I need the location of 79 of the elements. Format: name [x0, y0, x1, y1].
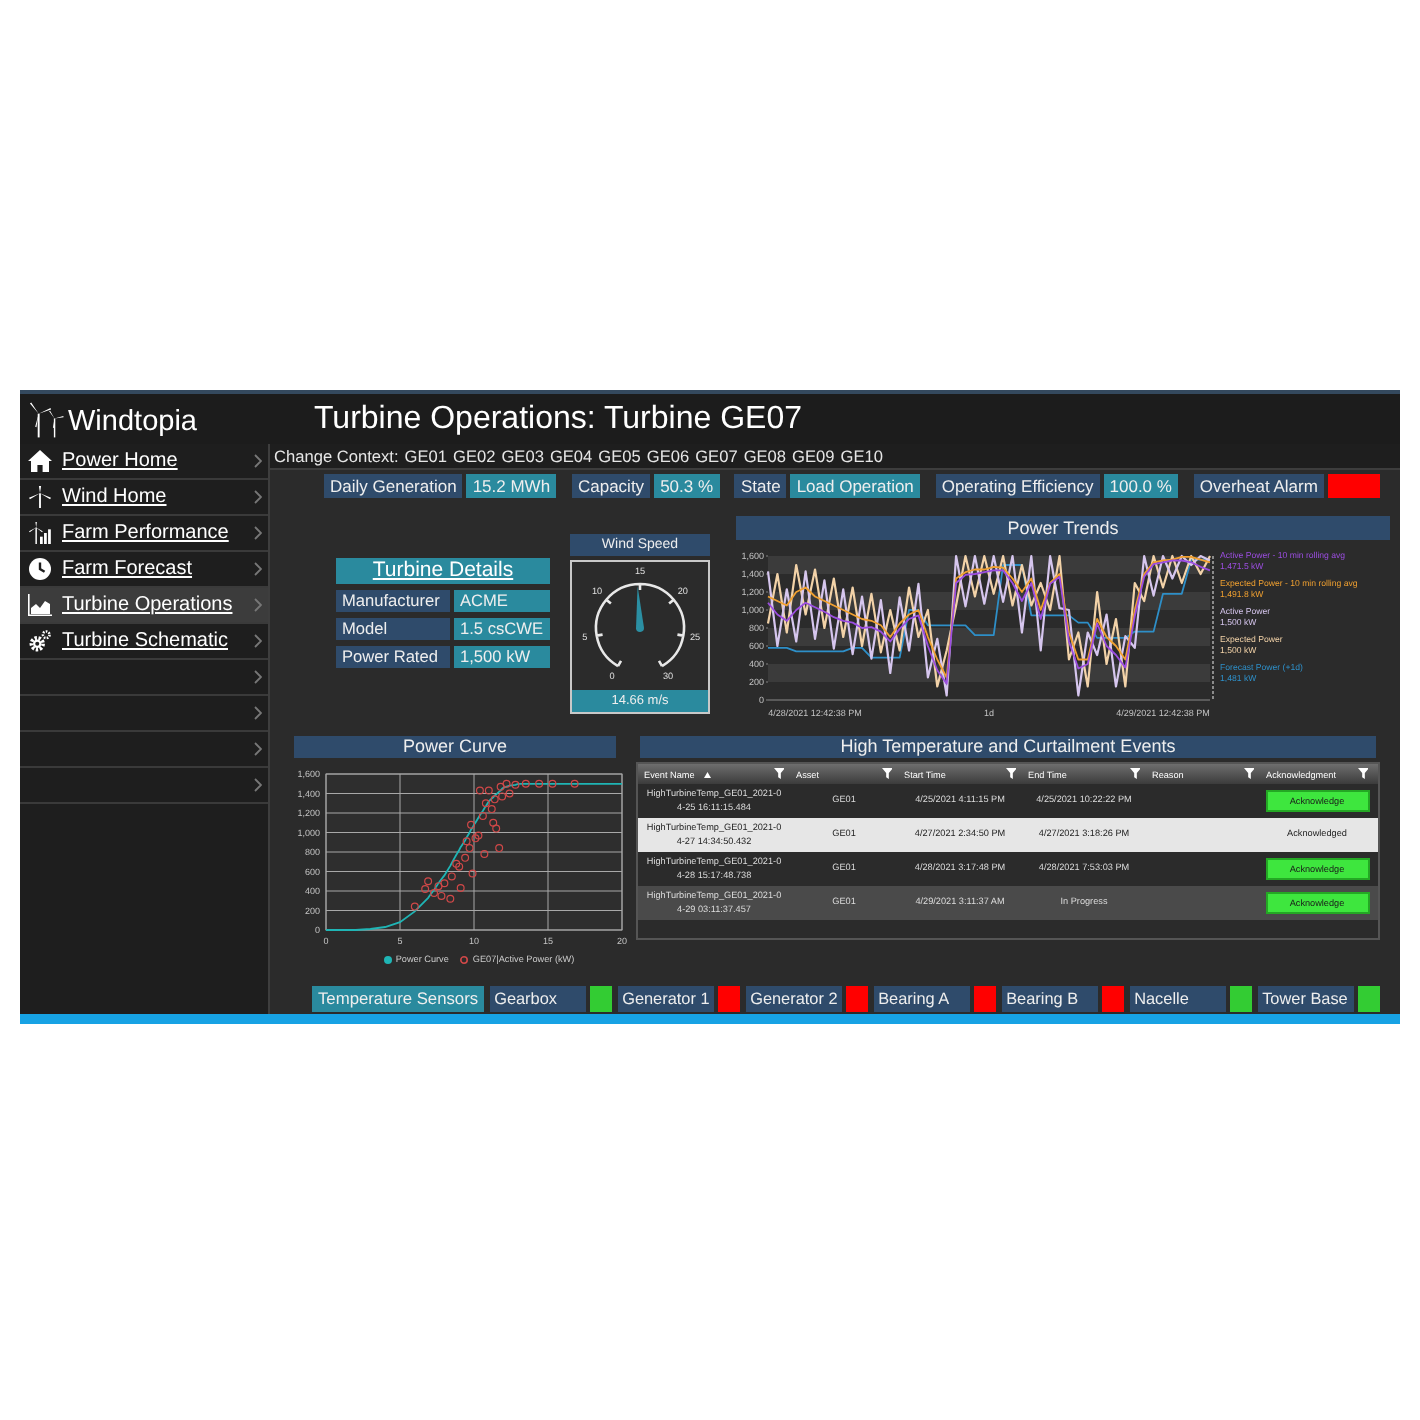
kpi-label: Overheat Alarm	[1193, 474, 1324, 498]
chevron-icon	[254, 562, 262, 576]
context-link[interactable]: GE10	[840, 446, 883, 466]
context-link[interactable]: GE01	[404, 446, 447, 466]
data-point	[570, 779, 579, 788]
filter-icon[interactable]	[1243, 768, 1254, 780]
chevron-icon	[254, 742, 262, 756]
nav-item[interactable]: Wind Home	[20, 480, 268, 516]
context-link[interactable]: GE05	[598, 446, 641, 466]
detail-label: Power Rated	[336, 646, 450, 668]
kpi-value: 100.0 %	[1103, 474, 1178, 498]
app-name: Windtopia	[68, 405, 197, 437]
chevron-icon	[254, 670, 262, 684]
chevron-icon	[254, 598, 262, 612]
sort-ascending-icon[interactable]	[704, 771, 712, 777]
detail-value: 1.5 csCWE	[454, 618, 550, 640]
data-point	[480, 849, 489, 858]
chevron-icon	[254, 706, 262, 720]
data-point	[535, 779, 544, 788]
nav-item[interactable]: Turbine Operations	[20, 588, 268, 624]
page-title: Turbine Operations: Turbine GE07	[314, 401, 802, 437]
sensors-title: Temperature Sensors	[312, 986, 485, 1012]
chevron-icon	[254, 634, 262, 648]
panel-title: Power Curve	[294, 736, 616, 758]
chevron-icon	[254, 454, 262, 468]
context-link[interactable]: GE03	[501, 446, 544, 466]
data-point	[468, 869, 477, 878]
sensor-label: Bearing B	[1002, 986, 1099, 1012]
chevron-icon	[254, 526, 262, 540]
panel-title: Power Trends	[736, 516, 1390, 540]
gauge-dial	[594, 582, 686, 668]
kpi-label: Daily Generation	[324, 474, 463, 498]
home-icon	[28, 450, 52, 472]
legend-marker-icon	[383, 955, 392, 963]
filter-icon[interactable]	[773, 768, 784, 780]
context-link[interactable]: GE06	[646, 446, 690, 466]
context-link[interactable]: GE02	[453, 446, 496, 466]
detail-label: Manufacturer	[336, 590, 450, 612]
context-label: Change Context:	[274, 446, 399, 466]
detail-label: Model	[336, 618, 450, 640]
details-title: Turbine Details	[336, 558, 550, 584]
kpi-label: State	[734, 474, 787, 498]
wind-turbine-logo-icon	[26, 401, 64, 437]
chevron-icon	[254, 778, 262, 792]
area-chart-icon	[28, 594, 52, 616]
data-point	[495, 844, 504, 853]
sensor-label: Generator 1	[618, 986, 715, 1012]
sensor-label: Bearing A	[874, 986, 971, 1012]
context-link[interactable]: GE08	[743, 446, 787, 466]
context-link[interactable]: GE04	[549, 446, 593, 466]
sensor-label: Generator 2	[746, 986, 843, 1012]
wind-turbine-icon	[28, 486, 52, 508]
nav-item[interactable]: Power Home	[20, 444, 268, 480]
kpi-value: 15.2 MWh	[466, 474, 557, 498]
clock-icon	[28, 558, 52, 580]
gears-icon	[28, 630, 52, 652]
filter-icon[interactable]	[1357, 768, 1368, 780]
kpi-value: 50.3 %	[654, 474, 720, 498]
kpi-label: Operating Efficiency	[935, 474, 1100, 498]
nav-item[interactable]: Turbine Schematic	[20, 624, 268, 660]
detail-value: 1,500 kW	[454, 646, 550, 668]
panel-title: High Temperature and Curtailment Events	[640, 736, 1376, 758]
data-point	[410, 902, 419, 911]
kpi-value: Load Operation	[790, 474, 920, 498]
filter-icon[interactable]	[881, 768, 892, 780]
sensor-label: Gearbox	[490, 986, 587, 1012]
sensor-label: Tower Base	[1258, 986, 1355, 1012]
nav-item[interactable]: Farm Performance	[20, 516, 268, 552]
turbine-chart-icon	[28, 522, 52, 544]
filter-icon[interactable]	[1129, 768, 1140, 780]
detail-value: ACME	[454, 590, 550, 612]
chevron-icon	[254, 490, 262, 504]
legend-marker-icon	[460, 955, 469, 963]
filter-icon[interactable]	[1005, 768, 1016, 780]
data-point	[548, 779, 557, 788]
kpi-label: Capacity	[571, 474, 651, 498]
sensor-label: Nacelle	[1130, 986, 1227, 1012]
context-link[interactable]: GE07	[695, 446, 738, 466]
context-link[interactable]: GE09	[792, 446, 835, 466]
